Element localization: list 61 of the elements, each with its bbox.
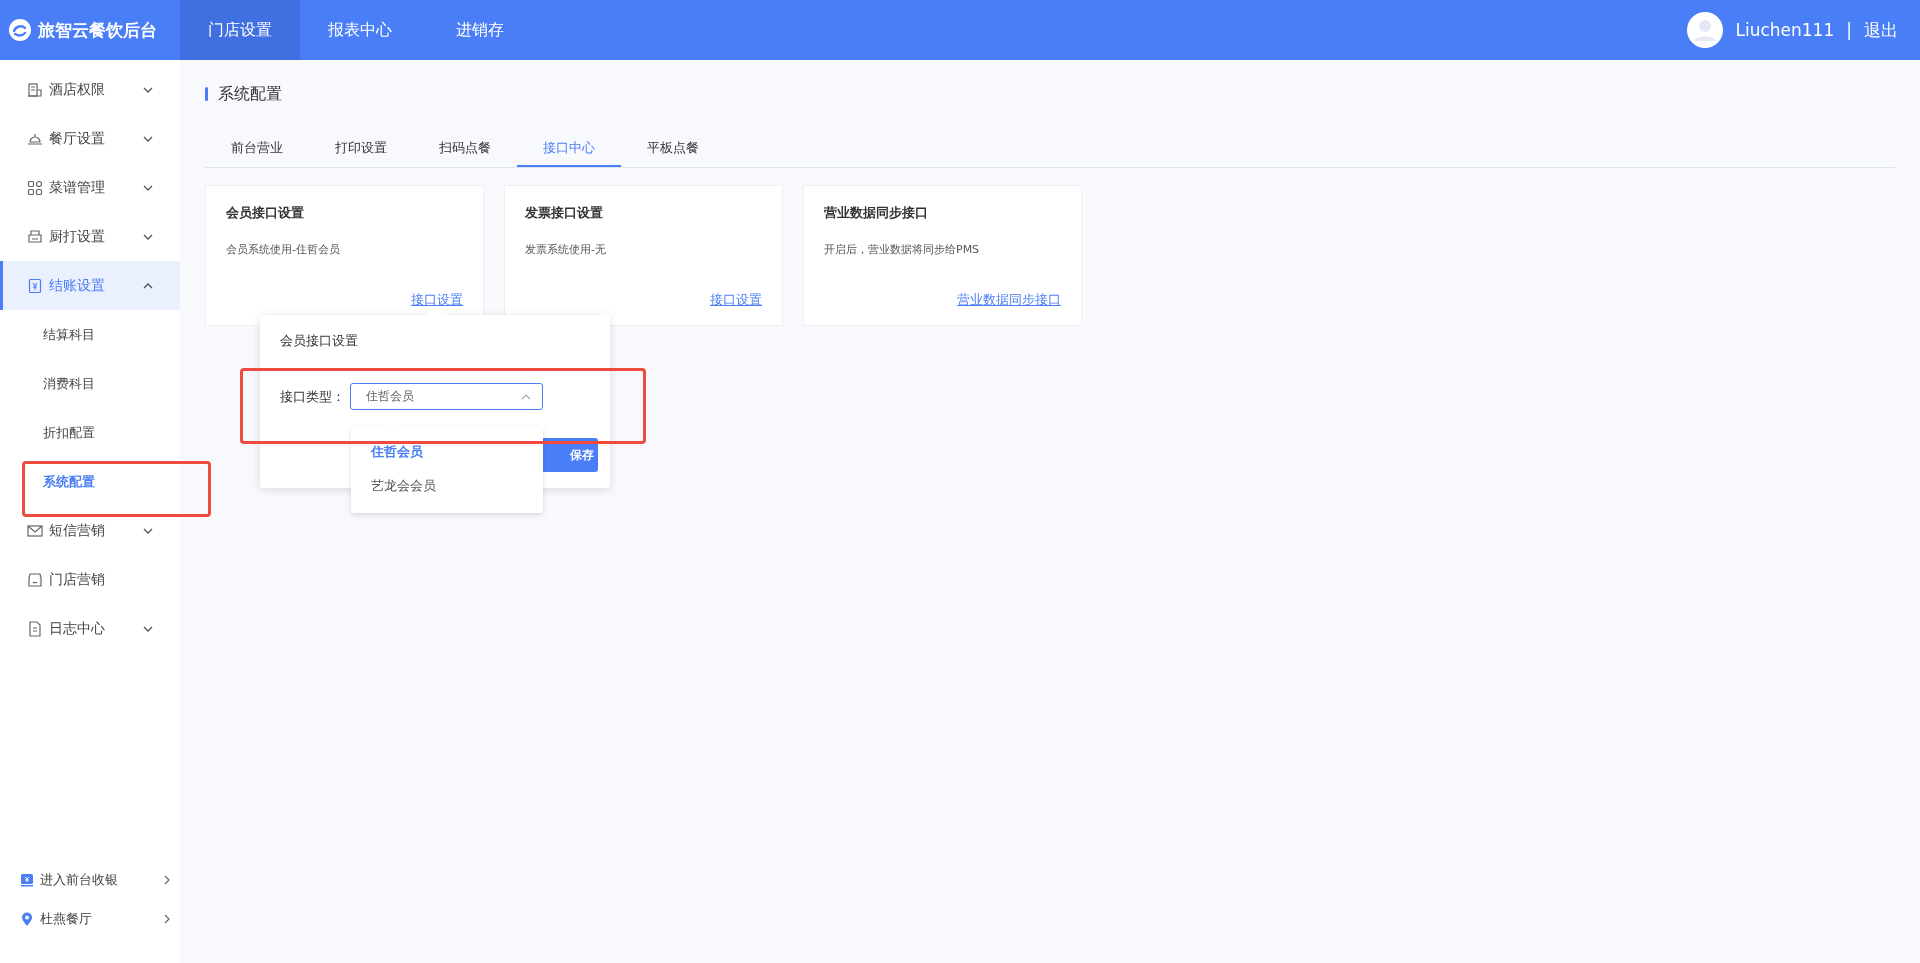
card-description: 会员系统使用-住哲会员 <box>226 242 341 257</box>
card-title: 会员接口设置 <box>226 204 305 222</box>
field-label: 接口类型： <box>280 387 346 406</box>
chevron-icon <box>143 233 153 240</box>
chevron-icon <box>143 527 153 534</box>
menu-item[interactable]: 酒店权限 <box>0 65 180 114</box>
chevron-right-icon <box>164 874 170 885</box>
logo-icon <box>8 18 32 42</box>
chevron-right-icon <box>164 913 170 924</box>
tab[interactable]: 平板点餐 <box>621 131 725 167</box>
app-title: 旅智云餐饮后台 <box>38 18 157 42</box>
card-title: 营业数据同步接口 <box>824 204 929 222</box>
location-pin-icon <box>20 911 34 926</box>
chevron-icon <box>143 625 153 632</box>
footer-link[interactable]: 进入前台收银 <box>0 860 180 899</box>
submenu-item[interactable]: 折扣配置 <box>0 408 180 457</box>
card-title: 发票接口设置 <box>525 204 604 222</box>
menu-item[interactable]: 日志中心 <box>0 604 180 653</box>
store-icon <box>27 571 43 588</box>
building-icon <box>27 81 43 98</box>
settings-link[interactable]: 营业数据同步接口 <box>957 292 1061 307</box>
menu-item[interactable]: 短信营销 <box>0 506 180 555</box>
select-field[interactable]: 住哲会员 <box>350 383 543 410</box>
settings-link[interactable]: 接口设置 <box>710 292 762 307</box>
monitor-icon <box>20 872 34 887</box>
chevron-icon <box>521 393 531 400</box>
submenu-item[interactable]: 结算科目 <box>0 310 180 359</box>
document-icon <box>27 620 43 637</box>
menu-item[interactable]: 菜谱管理 <box>0 163 180 212</box>
card-description: 开启后，营业数据将同步给PMS <box>824 242 981 257</box>
separator: | <box>1846 20 1852 40</box>
printer-icon <box>27 228 43 245</box>
chevron-icon <box>143 86 153 93</box>
nav-tab[interactable]: 门店设置 <box>180 0 300 60</box>
tab[interactable]: 前台营业 <box>205 131 309 167</box>
tab[interactable]: 接口中心 <box>517 131 621 167</box>
user-name: Liuchen111 <box>1735 20 1835 40</box>
footer-link[interactable]: 杜燕餐厅 <box>0 899 180 938</box>
submenu-item[interactable]: 系统配置 <box>0 457 180 506</box>
submenu-item[interactable]: 消费科目 <box>0 359 180 408</box>
card-description: 发票系统使用-无 <box>525 242 607 257</box>
menu-item[interactable]: 厨打设置 <box>0 212 180 261</box>
mail-icon <box>27 522 43 539</box>
nav-tab[interactable]: 报表中心 <box>300 0 420 60</box>
grid-icon <box>27 179 43 196</box>
popover-title: 会员接口设置 <box>280 332 359 350</box>
page-title: 系统配置 <box>218 83 282 105</box>
dropdown-option[interactable]: 艺龙会会员 <box>351 469 543 503</box>
settings-link[interactable]: 接口设置 <box>411 292 463 307</box>
receipt-icon <box>27 277 43 294</box>
menu-item[interactable]: 餐厅设置 <box>0 114 180 163</box>
menu-item[interactable]: 门店营销 <box>0 555 180 604</box>
tab[interactable]: 打印设置 <box>309 131 413 167</box>
chevron-icon <box>143 135 153 142</box>
tab[interactable]: 扫码点餐 <box>413 131 517 167</box>
chevron-icon <box>143 184 153 191</box>
chevron-icon <box>143 282 153 289</box>
nav-tab[interactable]: 进销存 <box>420 0 540 60</box>
title-accent-bar <box>205 87 208 101</box>
avatar-icon <box>1687 12 1724 48</box>
logout-link[interactable]: 退出 <box>1864 18 1898 42</box>
